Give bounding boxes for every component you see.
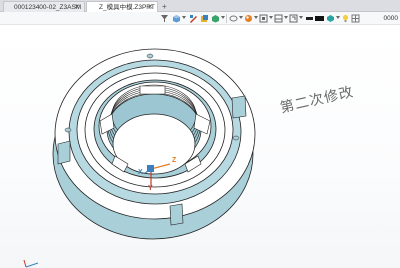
- sketch-icon[interactable]: [189, 14, 198, 23]
- chevron-down-icon[interactable]: [299, 16, 303, 19]
- shaded-icon[interactable]: [200, 14, 209, 23]
- toolbar-value[interactable]: 0000: [384, 14, 398, 23]
- color-icon[interactable]: [315, 14, 324, 23]
- light-icon[interactable]: [341, 14, 350, 23]
- view-cube-icon[interactable]: [172, 14, 181, 23]
- origin-marker: [147, 165, 154, 172]
- chevron-down-icon[interactable]: [269, 16, 273, 19]
- chevron-down-icon[interactable]: [254, 16, 258, 19]
- display-icon[interactable]: [274, 14, 283, 23]
- wireframe-icon[interactable]: [211, 14, 220, 23]
- ring-part-model[interactable]: [0, 26, 400, 268]
- new-tab-button[interactable]: +: [162, 1, 167, 12]
- chevron-down-icon[interactable]: [284, 16, 288, 19]
- shape-icon[interactable]: [326, 14, 335, 23]
- tab-assembly-label: 000123400-02_Z3ASM: [14, 4, 82, 11]
- view-toolbar: 0000: [0, 12, 400, 25]
- tab-assembly[interactable]: 000123400-02_Z3ASM ✕: [3, 1, 85, 12]
- measure-icon[interactable]: [289, 14, 298, 23]
- tab-part[interactable]: Z_模具中模.Z3PRT ✕: [86, 1, 158, 12]
- chevron-down-icon[interactable]: [239, 16, 243, 19]
- toolbar-divider: [226, 14, 227, 23]
- render-icon[interactable]: [244, 14, 253, 23]
- chevron-down-icon[interactable]: [336, 16, 340, 19]
- chevron-down-icon[interactable]: [221, 16, 225, 19]
- chevron-down-icon[interactable]: [182, 16, 186, 19]
- document-tab-bar: 000123400-02_Z3ASM ✕ Z_模具中模.Z3PRT ✕ +: [0, 0, 400, 12]
- x-axis-label: X: [138, 169, 143, 176]
- y-axis-label: Y: [148, 185, 153, 192]
- screen-icon[interactable]: [305, 14, 314, 23]
- z-axis-label: Z: [172, 157, 177, 164]
- select-filter-icon[interactable]: [160, 14, 169, 23]
- 3d-viewport[interactable]: Z Y X 第二次修改: [0, 26, 400, 268]
- section-icon[interactable]: [229, 14, 238, 23]
- layer-icon[interactable]: [259, 14, 268, 23]
- grid-icon[interactable]: [351, 14, 360, 23]
